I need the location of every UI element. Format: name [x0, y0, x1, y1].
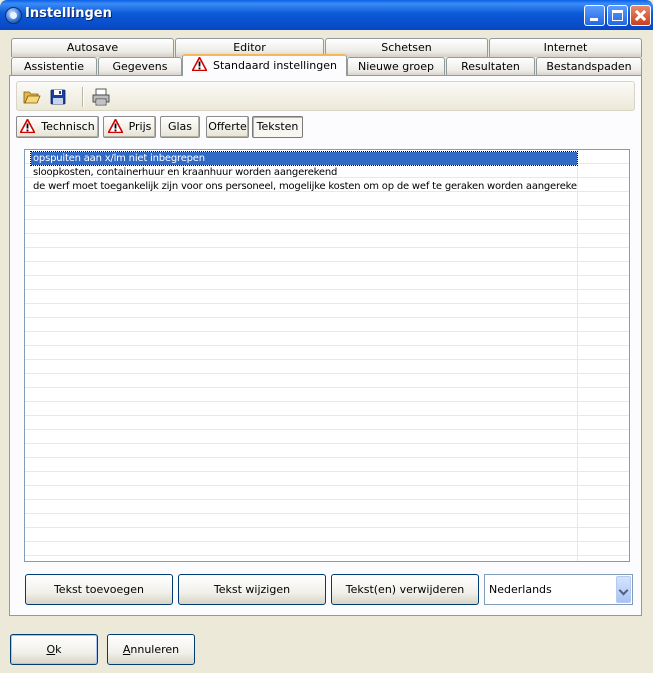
maximize-button[interactable] [607, 5, 628, 26]
tab-page-standaard-instellingen: Technisch Prijs Glas Offerte Teksten ops… [9, 75, 642, 616]
tab-resultaten[interactable]: Resultaten [446, 57, 535, 76]
cancel-button[interactable]: Annuleren [107, 634, 195, 665]
warning-icon [20, 119, 36, 133]
language-select[interactable]: Nederlands [484, 574, 633, 605]
maximize-icon [612, 10, 623, 21]
ok-label: k [55, 643, 62, 656]
subtab-glas[interactable]: Glas [160, 116, 200, 138]
tab-assistentie[interactable]: Assistentie [11, 57, 97, 76]
print-button[interactable] [91, 87, 111, 107]
column-separator [577, 150, 578, 561]
ok-mnemonic: O [46, 643, 56, 656]
printer-icon [92, 88, 110, 106]
app-icon [5, 7, 22, 24]
tab-standaard-instellingen[interactable]: Standaard instellingen [182, 54, 347, 76]
subtab-offerte[interactable]: Offerte [206, 116, 249, 138]
subtab-label: Offerte [208, 120, 247, 133]
edit-text-button[interactable]: Tekst wijzigen [178, 574, 326, 605]
subtab-technisch[interactable]: Technisch [16, 116, 99, 138]
tab-label: Schetsen [381, 41, 432, 54]
minimize-icon [590, 18, 598, 21]
language-value: Nederlands [489, 583, 552, 596]
warning-icon [192, 57, 207, 71]
close-icon [631, 6, 650, 25]
delete-texts-button[interactable]: Tekst(en) verwijderen [331, 574, 479, 605]
floppy-disk-icon [50, 89, 66, 105]
tab-label: Assistentie [24, 60, 84, 73]
tab-internet[interactable]: Internet [489, 38, 642, 57]
list-item[interactable]: de werf moet toegankelijk zijn voor ons … [31, 180, 577, 193]
list-grid [25, 150, 629, 561]
folder-open-icon [23, 91, 41, 104]
toolbar [16, 81, 635, 111]
minimize-button[interactable] [584, 5, 605, 26]
tab-label: Gegevens [112, 60, 168, 73]
texts-list[interactable]: opspuiten aan x/lm niet inbegrepen sloop… [24, 149, 630, 562]
tab-nieuwe-groep[interactable]: Nieuwe groep [347, 57, 445, 76]
tab-label: Editor [233, 41, 266, 54]
tab-label: Resultaten [461, 60, 520, 73]
tab-bestandspaden[interactable]: Bestandspaden [536, 57, 642, 76]
add-text-button[interactable]: Tekst toevoegen [25, 574, 173, 605]
tab-label: Nieuwe groep [357, 60, 435, 73]
save-button[interactable] [48, 87, 68, 107]
tab-gegevens[interactable]: Gegevens [98, 57, 182, 76]
open-button[interactable] [22, 87, 42, 107]
subtab-teksten[interactable]: Teksten [252, 116, 303, 138]
title-bar[interactable]: Instellingen [0, 0, 653, 30]
subtab-label: Technisch [41, 120, 95, 133]
tab-label: Standaard instellingen [213, 59, 337, 72]
tab-label: Bestandspaden [546, 60, 632, 73]
tab-schetsen[interactable]: Schetsen [325, 38, 488, 57]
close-button[interactable] [630, 5, 651, 26]
warning-icon [107, 119, 123, 133]
list-item[interactable]: opspuiten aan x/lm niet inbegrepen [30, 151, 578, 166]
subtab-prijs[interactable]: Prijs [103, 116, 156, 138]
subtab-label: Teksten [256, 120, 299, 133]
subtab-label: Prijs [128, 120, 152, 133]
tab-label: Internet [543, 41, 588, 54]
toolbar-separator [82, 87, 84, 107]
settings-window: Instellingen Autosave Editor Schetsen In… [0, 0, 653, 673]
tab-label: Autosave [66, 41, 119, 54]
cancel-label: nnuleren [130, 643, 180, 656]
chevron-down-icon[interactable] [616, 576, 631, 603]
list-item[interactable]: sloopkosten, containerhuur en kraanhuur … [31, 166, 577, 179]
ok-button[interactable]: Ok [10, 634, 98, 665]
subtab-label: Glas [167, 120, 193, 133]
tab-autosave[interactable]: Autosave [11, 38, 174, 57]
window-title: Instellingen [25, 6, 112, 21]
